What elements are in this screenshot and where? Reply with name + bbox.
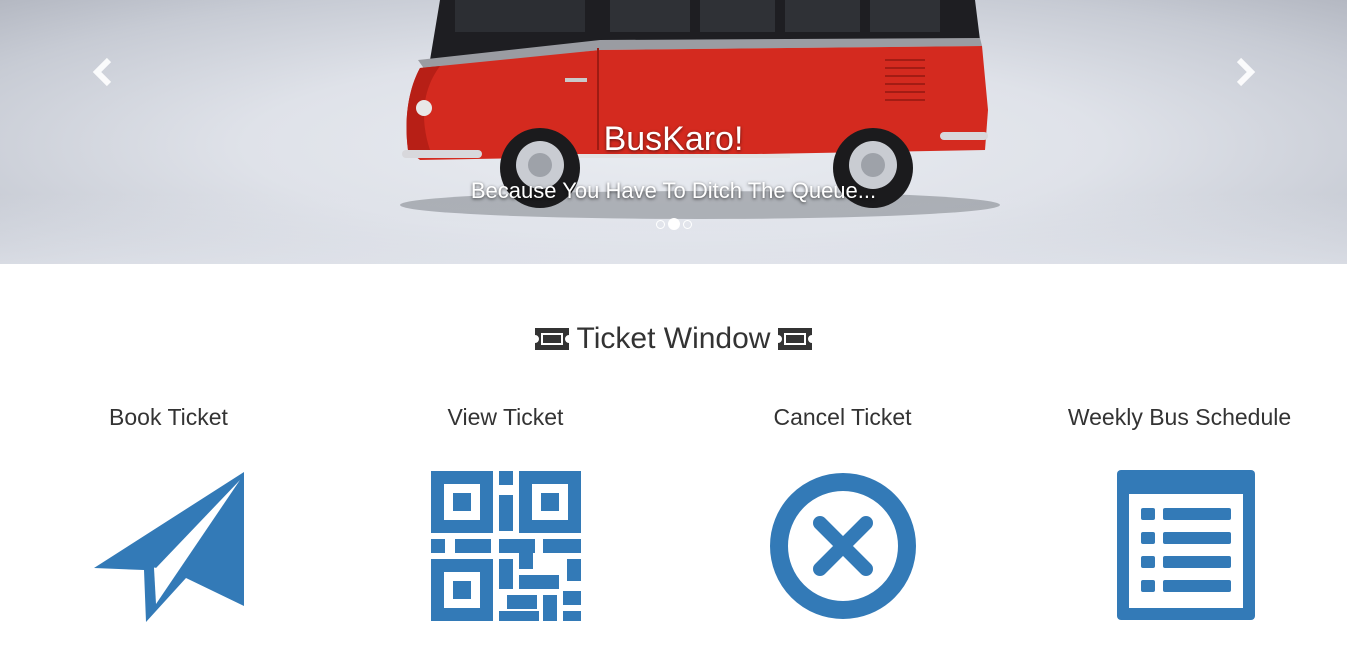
ticket-icon bbox=[534, 328, 569, 350]
cancel-ticket-card[interactable]: Cancel Ticket bbox=[674, 404, 1011, 619]
chevron-left-icon bbox=[92, 57, 112, 87]
qrcode-icon[interactable] bbox=[431, 471, 581, 621]
view-ticket-label: View Ticket bbox=[447, 404, 564, 430]
carousel-next-button[interactable] bbox=[1224, 52, 1264, 92]
cancel-ticket-label: Cancel Ticket bbox=[773, 404, 912, 430]
carousel-subtitle: Because You Have To Ditch The Queue... bbox=[470, 178, 877, 203]
weekly-schedule-card[interactable]: Weekly Bus Schedule bbox=[1011, 404, 1347, 620]
hero-carousel: BusKaro! Because You Have To Ditch The Q… bbox=[0, 0, 1347, 264]
carousel-indicator[interactable] bbox=[655, 219, 665, 229]
section-heading: Ticket Window bbox=[0, 322, 1347, 356]
carousel-indicator-active[interactable] bbox=[667, 218, 680, 230]
chevron-right-icon bbox=[1236, 57, 1256, 87]
view-ticket-card[interactable]: View Ticket bbox=[337, 404, 674, 621]
carousel-indicator[interactable] bbox=[682, 219, 692, 229]
carousel-indicators bbox=[0, 218, 1347, 230]
cancel-circle-icon[interactable] bbox=[770, 473, 916, 619]
carousel-title: BusKaro! bbox=[603, 120, 744, 158]
book-ticket-label: Book Ticket bbox=[109, 404, 228, 430]
section-title: Ticket Window bbox=[576, 322, 771, 355]
carousel-prev-button[interactable] bbox=[84, 52, 124, 92]
paper-plane-icon[interactable] bbox=[94, 470, 246, 622]
book-ticket-card[interactable]: Book Ticket bbox=[0, 404, 337, 622]
ticket-icon bbox=[778, 328, 813, 350]
list-icon[interactable] bbox=[1117, 470, 1257, 622]
weekly-schedule-label: Weekly Bus Schedule bbox=[1067, 404, 1292, 430]
